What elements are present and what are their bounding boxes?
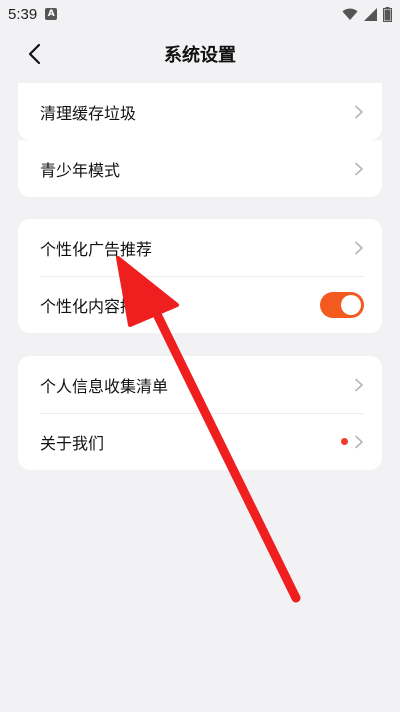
settings-item-youth-mode[interactable]: 青少年模式 <box>18 140 382 197</box>
new-badge-dot <box>341 438 348 445</box>
settings-item-personalized-ads[interactable]: 个性化广告推荐 <box>18 219 382 276</box>
chevron-right-icon <box>355 435 363 448</box>
settings-item-personal-info-list[interactable]: 个人信息收集清单 <box>18 356 382 413</box>
settings-item-label: 清理缓存垃圾 <box>40 103 137 123</box>
wifi-icon <box>342 8 358 20</box>
settings-group-info: 个人信息收集清单 关于我们 <box>18 356 382 470</box>
settings-item-label: 青少年模式 <box>40 160 121 180</box>
settings-group-personalization: 个性化广告推荐 个性化内容推荐 <box>18 219 382 333</box>
settings-item-label: 个性化广告推荐 <box>40 239 153 259</box>
settings-item-personalized-content: 个性化内容推荐 <box>18 276 382 333</box>
chevron-right-icon <box>355 378 363 391</box>
status-time: 5:39 <box>8 5 38 23</box>
page-title: 系统设置 <box>164 45 236 66</box>
signal-icon <box>364 7 377 21</box>
settings-item-label: 个人信息收集清单 <box>40 376 169 396</box>
settings-group-youth: 青少年模式 <box>18 140 382 197</box>
status-bar: 5:39 A <box>0 0 400 28</box>
chevron-right-icon <box>355 105 363 118</box>
settings-item-about-us[interactable]: 关于我们 <box>18 413 382 470</box>
personalized-content-toggle[interactable] <box>320 291 364 318</box>
back-button[interactable] <box>20 40 48 68</box>
notification-badge-icon: A <box>45 8 58 20</box>
status-right <box>342 6 392 22</box>
settings-item-label: 关于我们 <box>40 433 105 453</box>
chevron-right-icon <box>355 162 363 175</box>
battery-icon <box>383 6 392 22</box>
settings-item-label: 个性化内容推荐 <box>40 296 153 316</box>
status-left: 5:39 A <box>8 5 58 23</box>
chevron-right-icon <box>355 241 363 254</box>
settings-item-clear-cache[interactable]: 清理缓存垃圾 <box>18 83 382 140</box>
chevron-left-icon <box>28 43 41 65</box>
toggle-knob <box>341 294 361 315</box>
header: 系统设置 <box>0 28 400 80</box>
row-right <box>341 435 364 449</box>
settings-group-cache: 清理缓存垃圾 <box>18 83 382 140</box>
